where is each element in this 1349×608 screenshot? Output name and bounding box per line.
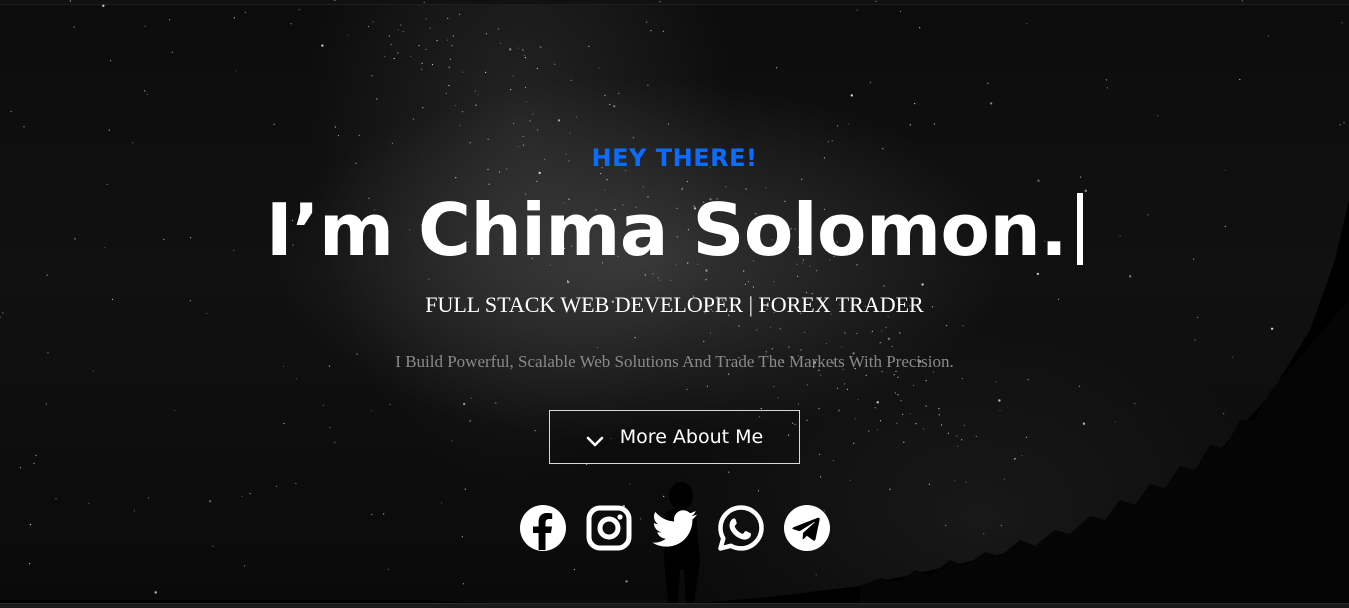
chevron-down-icon	[586, 431, 604, 447]
hero-tagline: I Build Powerful, Scalable Web Solutions…	[395, 352, 954, 371]
hero-kicker: HEY THERE!	[591, 144, 758, 172]
twitter-icon	[651, 510, 697, 547]
whatsapp-icon	[717, 505, 764, 551]
twitter-link[interactable]	[651, 504, 699, 552]
more-about-me-label: More About Me	[619, 426, 764, 448]
bottom-divider	[0, 603, 1349, 608]
hero-subtitle: FULL STACK WEB DEVELOPER | FOREX TRADER	[425, 292, 924, 317]
whatsapp-link[interactable]	[717, 504, 765, 552]
telegram-link[interactable]	[783, 504, 831, 552]
hero-section: HEY THERE! I’m Chima Solomon. FULL STACK…	[0, 0, 1349, 608]
facebook-link[interactable]	[519, 504, 567, 552]
telegram-icon	[783, 505, 830, 551]
hero-headline: I’m Chima Solomon.	[0, 184, 1349, 276]
more-about-me-button[interactable]: More About Me	[549, 410, 800, 464]
instagram-icon	[586, 505, 631, 551]
facebook-icon	[519, 505, 566, 551]
typing-cursor	[1077, 193, 1084, 265]
hero-name: I’m Chima Solomon.	[265, 188, 1068, 272]
social-links	[0, 504, 1349, 552]
instagram-link[interactable]	[585, 504, 633, 552]
